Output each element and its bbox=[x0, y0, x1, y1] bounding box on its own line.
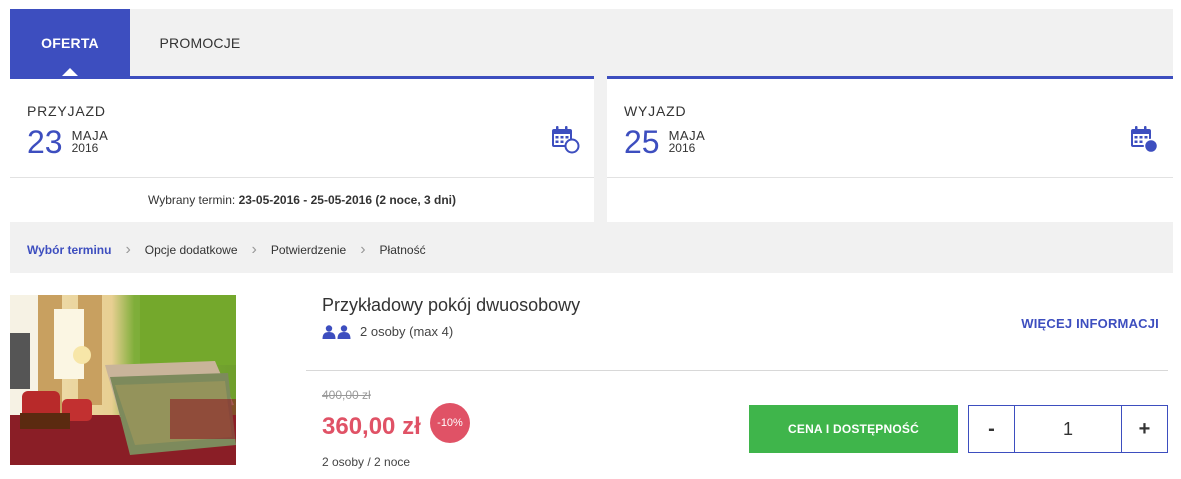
discount-badge: -10% bbox=[430, 403, 470, 443]
arrival-year: 2016 bbox=[71, 141, 99, 155]
tab-oferta[interactable]: OFERTA bbox=[10, 9, 130, 76]
departure-year: 2016 bbox=[668, 141, 696, 155]
room-photo[interactable] bbox=[10, 295, 236, 465]
arrival-day: 23 bbox=[27, 124, 63, 160]
departure-date: 25 MAJA 2016 bbox=[624, 125, 705, 159]
old-price: 400,00 zł bbox=[322, 388, 371, 402]
booking-steps-breadcrumb: Wybór terminu › Opcje dodatkowe › Potwie… bbox=[10, 227, 1173, 273]
arrival-panel: PRZYJAZD 23 MAJA 2016 Wybrany termin: 23… bbox=[10, 76, 594, 222]
stay-info: 2 osoby / 2 noce bbox=[322, 455, 411, 469]
chevron-right-icon: › bbox=[251, 241, 257, 258]
quantity-stepper: - 1 + bbox=[968, 405, 1168, 453]
room-guests: 2 osoby (max 4) bbox=[322, 324, 453, 339]
booking-header: OFERTA PROMOCJE PRZYJAZD 23 MAJA 2016 Wy… bbox=[10, 9, 1173, 227]
persons-icon bbox=[322, 324, 351, 339]
tab-bar: OFERTA PROMOCJE bbox=[10, 9, 270, 76]
step-confirmation[interactable]: Potwierdzenie bbox=[271, 243, 346, 257]
step-term-selection[interactable]: Wybór terminu bbox=[27, 243, 111, 257]
departure-label: WYJAZD bbox=[624, 103, 687, 119]
more-info-link[interactable]: WIĘCEJ INFORMACJI bbox=[1021, 316, 1159, 331]
arrival-date-picker[interactable]: PRZYJAZD 23 MAJA 2016 bbox=[10, 79, 594, 178]
calendar-arrival-icon[interactable] bbox=[550, 124, 580, 154]
step-extra-options[interactable]: Opcje dodatkowe bbox=[145, 243, 238, 257]
calendar-departure-icon[interactable] bbox=[1129, 124, 1159, 154]
arrival-label: PRZYJAZD bbox=[27, 103, 106, 119]
quantity-value[interactable]: 1 bbox=[1015, 406, 1121, 452]
chevron-right-icon: › bbox=[360, 241, 366, 258]
room-title: Przykładowy pokój dwuosobowy bbox=[322, 295, 581, 315]
new-price: 360,00 zł bbox=[322, 413, 421, 440]
chevron-right-icon: › bbox=[125, 241, 131, 258]
guests-text: 2 osoby (max 4) bbox=[360, 324, 454, 339]
decrement-button[interactable]: - bbox=[969, 406, 1015, 452]
arrival-date: 23 MAJA 2016 bbox=[27, 125, 108, 159]
selected-term: Wybrany termin: 23-05-2016 - 25-05-2016 … bbox=[147, 193, 457, 207]
departure-day: 25 bbox=[624, 124, 660, 160]
departure-panel: WYJAZD 25 MAJA 2016 bbox=[607, 76, 1173, 222]
departure-footer bbox=[607, 178, 1173, 222]
divider bbox=[306, 370, 1168, 371]
tab-promocje[interactable]: PROMOCJE bbox=[130, 9, 270, 76]
selected-term-value: 23-05-2016 - 25-05-2016 (2 noce, 3 dni) bbox=[238, 193, 457, 207]
increment-button[interactable]: + bbox=[1121, 406, 1167, 452]
price-availability-button[interactable]: CENA I DOSTĘPNOŚĆ bbox=[749, 405, 958, 453]
departure-date-picker[interactable]: WYJAZD 25 MAJA 2016 bbox=[607, 79, 1173, 178]
step-payment[interactable]: Płatność bbox=[380, 243, 426, 257]
